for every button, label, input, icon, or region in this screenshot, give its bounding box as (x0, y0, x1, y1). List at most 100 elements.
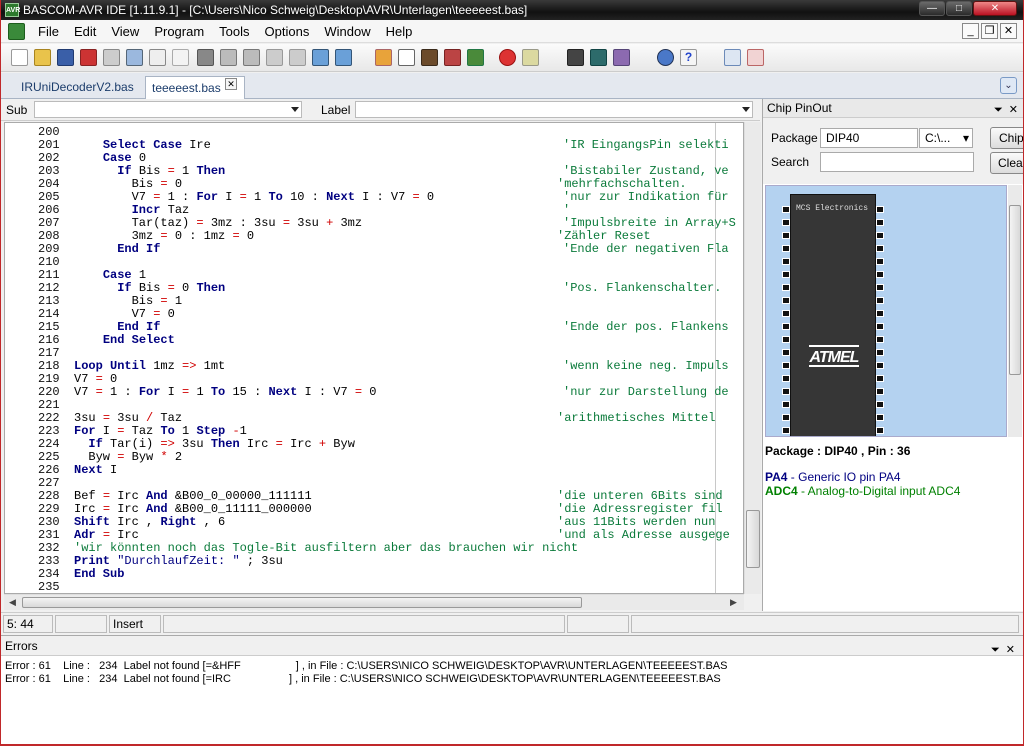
chip-pin[interactable] (782, 427, 790, 434)
path-select[interactable]: C:\... ▾ (919, 128, 973, 148)
chip-pin[interactable] (876, 362, 884, 369)
menu-view[interactable]: View (111, 24, 139, 39)
chip-pin[interactable] (876, 414, 884, 421)
error-line[interactable]: Error : 61 Line : 234 Label not found [=… (5, 660, 727, 672)
tab-iruni-decoder[interactable]: IRUniDecoderV2.bas (1, 76, 141, 99)
pin-tool-icon[interactable] (724, 49, 741, 66)
document-icon[interactable] (8, 23, 25, 40)
chip-pin[interactable] (876, 427, 884, 434)
package-field[interactable]: DIP40 (820, 128, 918, 148)
chip-pin[interactable] (782, 349, 790, 356)
editor-horizontal-scrollbar[interactable]: ◀ ▶ (4, 594, 744, 610)
cut-icon[interactable] (197, 49, 214, 66)
menu-help[interactable]: Help (386, 24, 413, 39)
chip-button[interactable]: Chip (990, 127, 1023, 149)
chip-pin[interactable] (782, 219, 790, 226)
label-select[interactable] (355, 101, 753, 118)
document-props-icon[interactable] (149, 49, 166, 66)
mdi-minimize-button[interactable]: _ (962, 23, 979, 39)
print-icon[interactable] (103, 49, 120, 66)
close-icon[interactable]: ✕ (1006, 640, 1015, 660)
menu-window[interactable]: Window (324, 24, 370, 39)
help-icon[interactable]: ? (680, 49, 697, 66)
chip-pin[interactable] (876, 336, 884, 343)
chip-pin[interactable] (876, 271, 884, 278)
menu-options[interactable]: Options (265, 24, 310, 39)
chip-pin[interactable] (782, 245, 790, 252)
chip-pin[interactable] (876, 323, 884, 330)
open-folder-icon[interactable] (34, 49, 51, 66)
find-icon[interactable] (312, 49, 329, 66)
chip-pin[interactable] (876, 375, 884, 382)
mdi-restore-button[interactable]: ❐ (981, 23, 998, 39)
graphic-icon[interactable] (613, 49, 630, 66)
chip-pin[interactable] (876, 206, 884, 213)
battery-icon[interactable] (467, 49, 484, 66)
lcd-icon[interactable] (590, 49, 607, 66)
print-preview-icon[interactable] (126, 49, 143, 66)
search-field[interactable] (820, 152, 974, 172)
pdf-icon[interactable] (747, 49, 764, 66)
close-button[interactable]: ✕ (973, 1, 1017, 16)
syntax-check-icon[interactable] (375, 49, 392, 66)
stop-icon[interactable] (499, 49, 516, 66)
simulator-icon[interactable] (522, 49, 539, 66)
indent-icon[interactable] (266, 49, 283, 66)
new-file-icon[interactable] (11, 49, 28, 66)
find-next-icon[interactable] (335, 49, 352, 66)
scroll-thumb[interactable] (746, 510, 760, 568)
editor-vertical-scrollbar[interactable] (744, 122, 761, 594)
chip-pin[interactable] (876, 219, 884, 226)
chip-pin[interactable] (782, 310, 790, 317)
code-line[interactable]: End Select (74, 334, 175, 347)
close-file-icon[interactable] (80, 49, 97, 66)
chip-pin[interactable] (782, 388, 790, 395)
chip-pin[interactable] (876, 258, 884, 265)
chip-pin[interactable] (782, 258, 790, 265)
sub-select[interactable] (34, 101, 302, 118)
chip-pin[interactable] (876, 284, 884, 291)
chip-pin[interactable] (782, 323, 790, 330)
error-line[interactable]: Error : 61 Line : 234 Label not found [=… (5, 673, 721, 685)
chevron-down-icon[interactable]: ⌄ (1000, 77, 1017, 94)
save-icon[interactable] (57, 49, 74, 66)
minimize-button[interactable]: — (919, 1, 945, 16)
page-icon[interactable] (172, 49, 189, 66)
chip-pin[interactable] (782, 284, 790, 291)
chip-pin[interactable] (782, 401, 790, 408)
chip-pin[interactable] (782, 414, 790, 421)
code-line[interactable]: V7 = 1 : For I = 1 To 15 : Next I : V7 =… (74, 386, 377, 399)
info-icon[interactable] (657, 49, 674, 66)
code-editor[interactable]: 200 201 Select Case Ire 'IR EingangsPin se… (4, 122, 744, 594)
clear-button[interactable]: Clear (990, 152, 1023, 174)
scroll-left-icon[interactable]: ◀ (9, 597, 16, 608)
chip-pin[interactable] (782, 375, 790, 382)
chip-pin[interactable] (876, 245, 884, 252)
chip-pin[interactable] (876, 310, 884, 317)
chip-pin[interactable] (782, 362, 790, 369)
hardware-icon[interactable] (567, 49, 584, 66)
chip-pin[interactable] (782, 271, 790, 278)
paste-icon[interactable] (243, 49, 260, 66)
chip-pin[interactable] (782, 336, 790, 343)
chip-pin[interactable] (876, 388, 884, 395)
tab-close-icon[interactable]: ✕ (225, 78, 237, 90)
chip-pin[interactable] (876, 297, 884, 304)
scroll-thumb[interactable] (22, 597, 582, 608)
mdi-close-button[interactable]: ✕ (1000, 23, 1017, 39)
chip-scrollbar[interactable] (1008, 185, 1022, 437)
chip-pin[interactable] (876, 349, 884, 356)
compile-icon[interactable] (398, 49, 415, 66)
chip-pin[interactable] (782, 297, 790, 304)
chip-pin[interactable] (876, 401, 884, 408)
pin-icon[interactable]: ⏷ (991, 640, 1000, 660)
chip-pin[interactable] (876, 232, 884, 239)
menu-file[interactable]: File (38, 24, 59, 39)
menu-program[interactable]: Program (154, 24, 204, 39)
scroll-thumb[interactable] (1009, 205, 1021, 375)
code-line[interactable]: End Sub (74, 568, 124, 581)
menu-tools[interactable]: Tools (219, 24, 249, 39)
chip-pin[interactable] (782, 232, 790, 239)
chip-body[interactable]: MCS Electronics ATMEL (790, 194, 876, 436)
code-line[interactable]: End If (74, 243, 160, 256)
